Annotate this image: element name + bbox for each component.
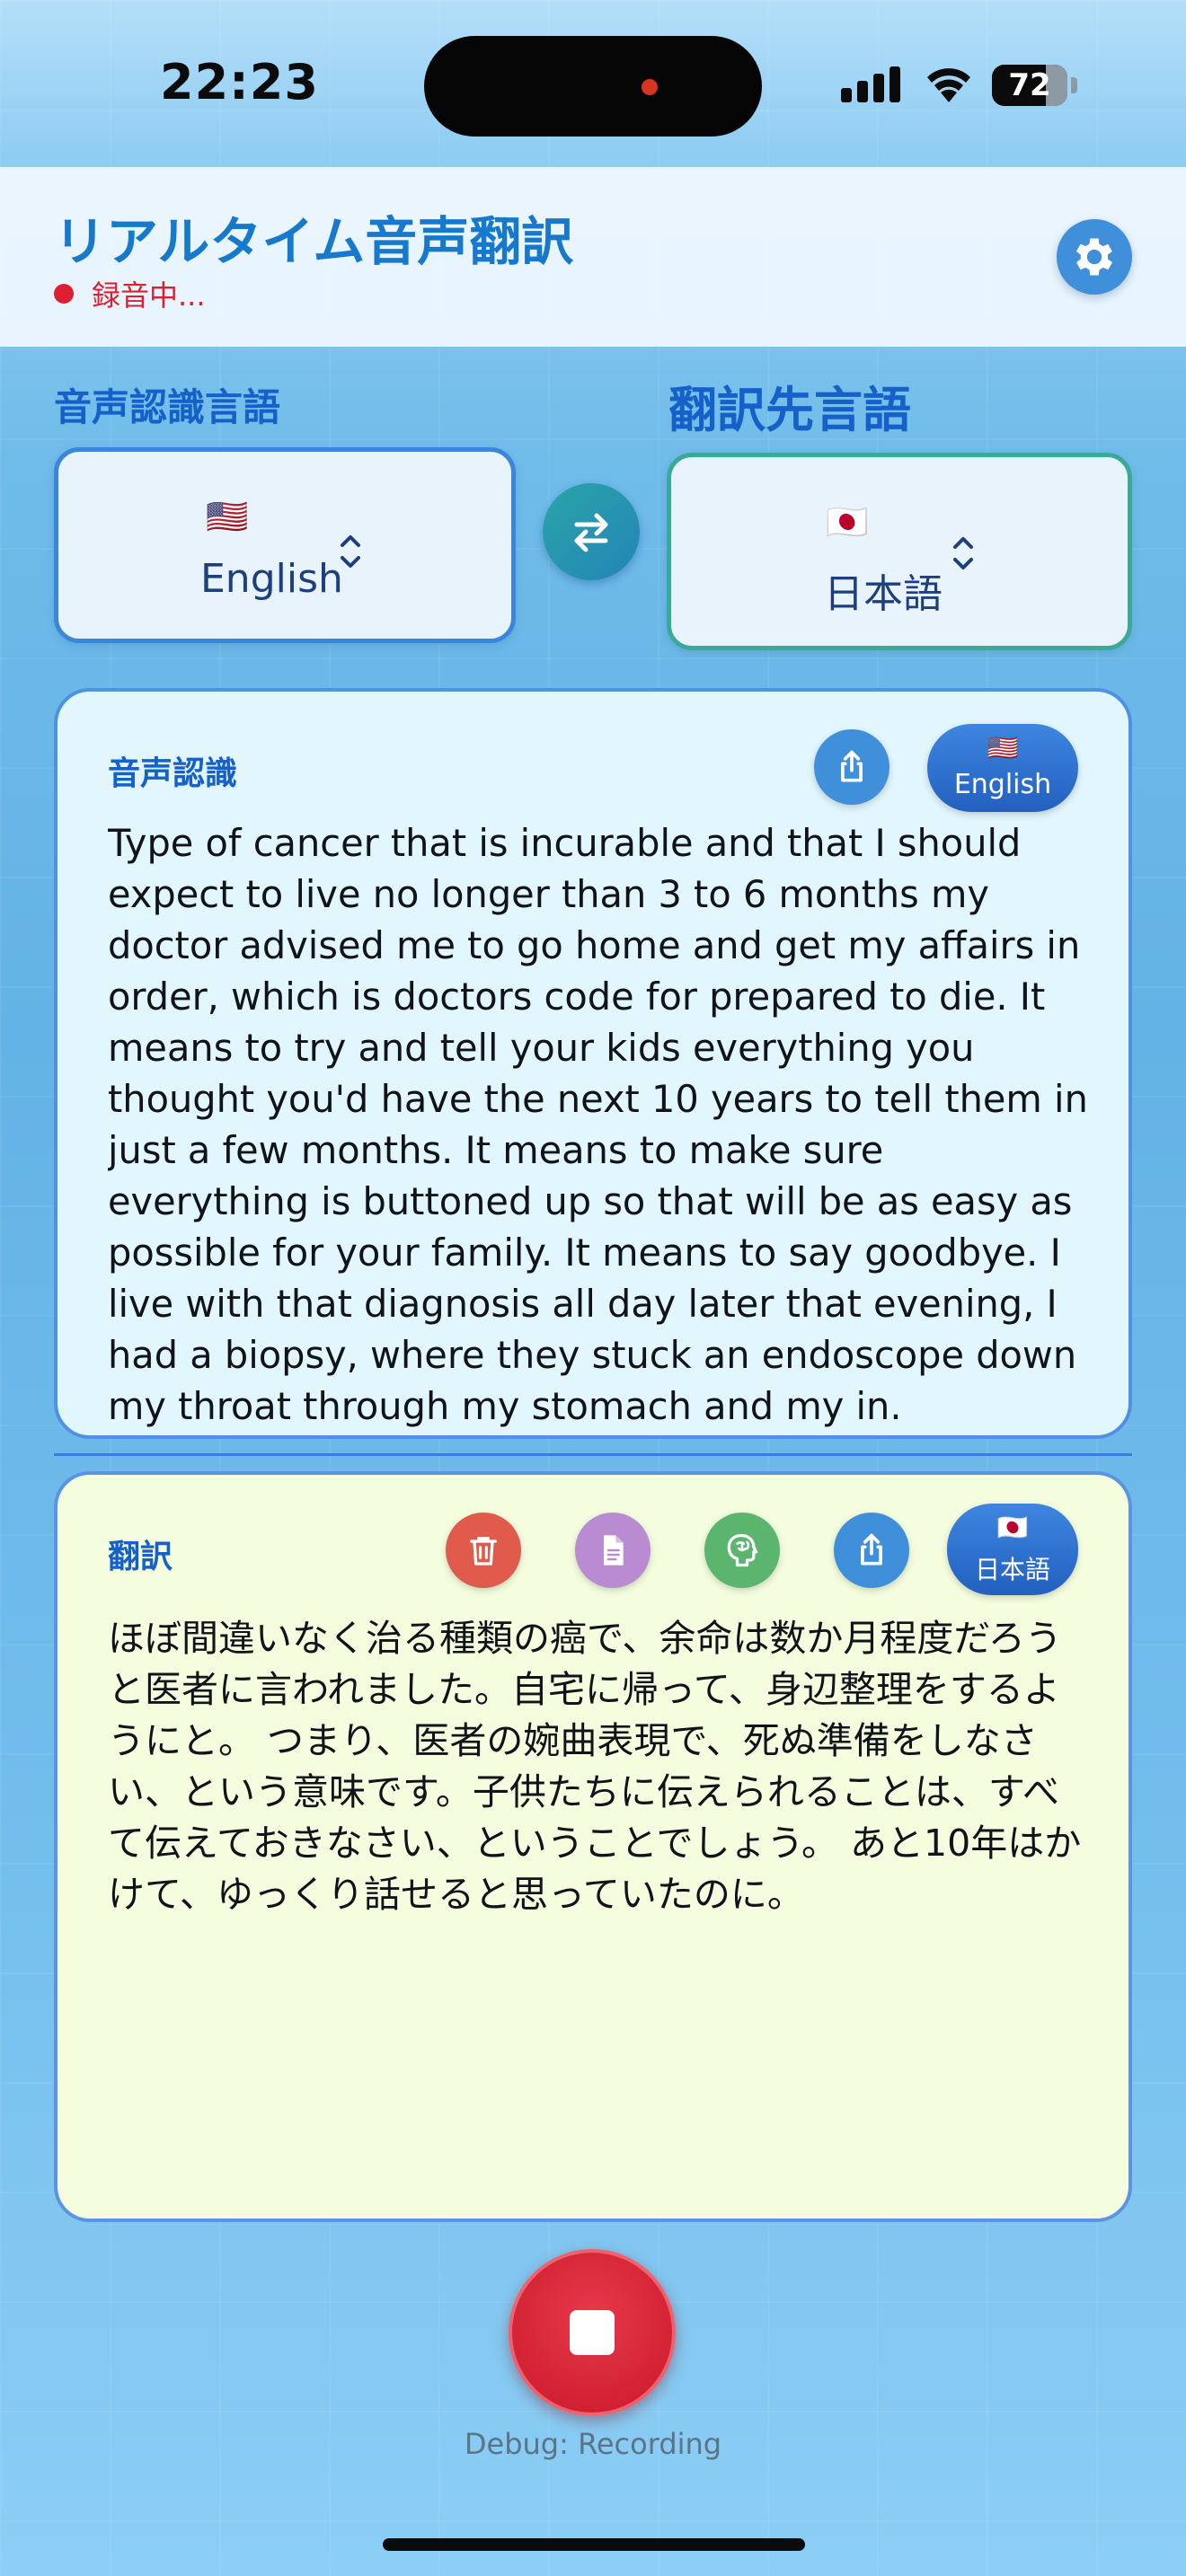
- swap-icon: [574, 513, 608, 552]
- badge-flag: 🇯🇵: [996, 1513, 1029, 1542]
- recognition-title: 音声認識: [108, 755, 238, 792]
- swap-languages-button[interactable]: [543, 483, 640, 580]
- chevron-updown-icon: [953, 537, 973, 569]
- source-language-name: English: [200, 556, 343, 602]
- chevron-updown-icon: [341, 535, 360, 568]
- trash-icon: [470, 1537, 497, 1566]
- recognition-share-button[interactable]: [814, 729, 890, 805]
- target-flag: 🇯🇵: [826, 502, 869, 542]
- panel-divider: [54, 1453, 1132, 1456]
- badge-label: 日本語: [974, 1555, 1050, 1584]
- ai-analysis-button[interactable]: [704, 1513, 780, 1588]
- brain-icon: [727, 1533, 758, 1567]
- gear-icon: [1075, 238, 1113, 276]
- target-language-picker[interactable]: 🇯🇵 日本語: [667, 453, 1132, 650]
- source-language-picker[interactable]: 🇺🇸 English: [54, 447, 516, 643]
- translation-title: 翻訳: [108, 1539, 173, 1575]
- clear-button[interactable]: [446, 1513, 521, 1588]
- cellular-signal-icon: [841, 65, 902, 102]
- recording-status: 録音中...: [92, 278, 206, 313]
- recognition-text-area[interactable]: Type of cancer that is incurable and tha…: [108, 823, 1096, 1434]
- wifi-icon: [922, 61, 976, 104]
- recognition-text: Type of cancer that is incurable and tha…: [108, 823, 1088, 1428]
- battery-level: 72: [1008, 67, 1051, 103]
- battery-icon: 72: [992, 65, 1078, 106]
- badge-flag: 🇺🇸: [987, 733, 1019, 763]
- debug-status: Debug: Recording: [464, 2427, 722, 2461]
- translation-text[interactable]: ほぼ間違いなく治る種類の癌で、余命は数か月程度だろうと医者に言われました。自宅に…: [108, 1613, 1087, 1920]
- share-icon: [861, 1533, 882, 1566]
- source-language-label: 音声認識言語: [54, 385, 281, 429]
- dynamic-island: [424, 36, 762, 137]
- settings-button[interactable]: [1057, 219, 1132, 295]
- badge-label: English: [953, 769, 1052, 800]
- recognition-language-badge[interactable]: 🇺🇸 English: [927, 724, 1078, 812]
- stop-icon: [570, 2310, 615, 2355]
- stop-recording-button[interactable]: [509, 2249, 676, 2416]
- app-title: リアルタイム音声翻訳: [54, 211, 574, 272]
- target-language-name: 日本語: [824, 571, 943, 617]
- target-language-label: 翻訳先言語: [668, 382, 911, 438]
- translation-language-badge[interactable]: 🇯🇵 日本語: [947, 1504, 1078, 1595]
- translation-share-button[interactable]: [834, 1513, 909, 1588]
- summary-button[interactable]: [575, 1513, 651, 1588]
- home-indicator[interactable]: [383, 2538, 805, 2551]
- share-icon: [841, 750, 863, 782]
- source-flag: 🇺🇸: [206, 497, 249, 536]
- recording-dot: [54, 284, 74, 304]
- camera-indicator: [642, 79, 658, 95]
- document-icon: [604, 1535, 624, 1566]
- status-time: 22:23: [160, 54, 319, 110]
